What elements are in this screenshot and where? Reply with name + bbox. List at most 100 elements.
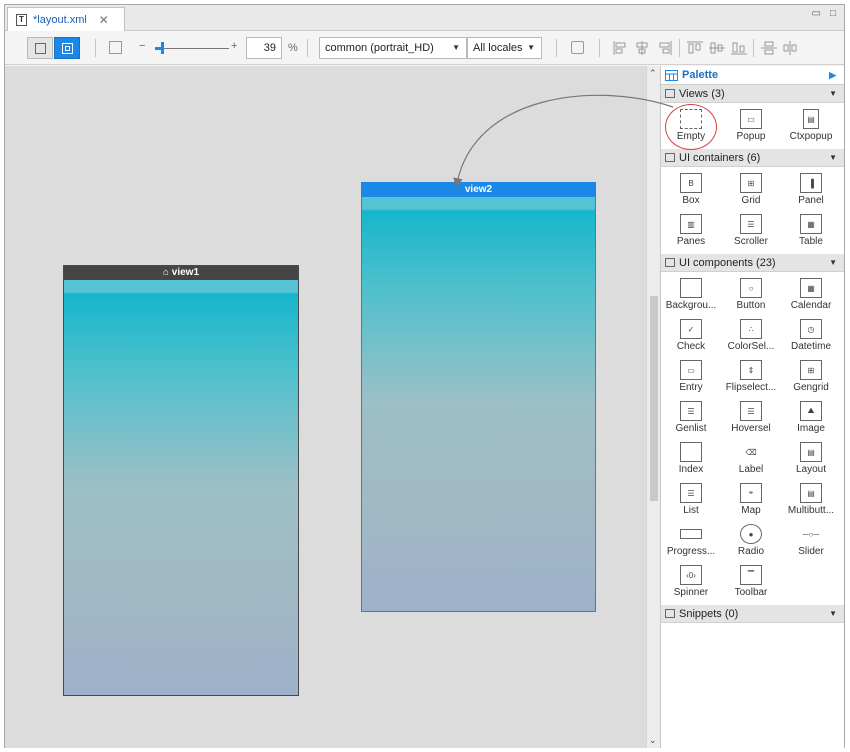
palette-item-calendar[interactable]: ▦ Calendar	[781, 275, 841, 316]
palette-item-gengrid[interactable]: ⊞ Gengrid	[781, 357, 841, 398]
locale-value: All locales	[473, 42, 523, 54]
palette-item-entry[interactable]: ▭ Entry	[661, 357, 721, 398]
scroll-down-icon[interactable]: ⌄	[649, 735, 657, 746]
section-ui-components[interactable]: UI components (23) ▼	[661, 254, 844, 272]
palette-item-flipselector[interactable]: ⇕ Flipselect...	[721, 357, 781, 398]
colorselector-icon: ∴	[740, 319, 762, 339]
palette-item-check[interactable]: ✓ Check	[661, 316, 721, 357]
view1-header[interactable]: ⌂ view1	[64, 266, 298, 280]
ctxpopup-icon: ▤	[803, 109, 819, 129]
layout-icon: ▤	[800, 442, 822, 462]
palette-item-colorselector[interactable]: ∴ ColorSel...	[721, 316, 781, 357]
locale-select[interactable]: All locales ▼	[467, 37, 542, 59]
views-icon	[665, 89, 675, 98]
palette-item-datetime[interactable]: ◷ Datetime	[781, 316, 841, 357]
genlist-icon: ☰	[680, 401, 702, 421]
palette-item-ctxpopup[interactable]: ▤ Ctxpopup	[781, 106, 841, 147]
palette-item-map[interactable]: ⌖ Map	[721, 480, 781, 521]
minimize-icon[interactable]: ▭	[812, 8, 821, 19]
palette-item-multibuttonentry[interactable]: ▤ Multibutt...	[781, 480, 841, 521]
palette-item-grid[interactable]: ⊞ Grid	[721, 170, 781, 211]
section-snippets[interactable]: Snippets (0) ▼	[661, 605, 844, 623]
section-ui-containers[interactable]: UI containers (6) ▼	[661, 149, 844, 167]
align-center-icon[interactable]	[635, 41, 651, 55]
chevron-down-icon: ▼	[829, 258, 837, 267]
distribute-horizontal-icon[interactable]	[783, 41, 799, 55]
canvas-scrollbar[interactable]: ⌃ ⌄	[646, 66, 660, 748]
components-grid: Backgrou... ○ Button ▦ Calendar ✓ Check ∴ Co…	[661, 272, 844, 605]
palette-item-scroller[interactable]: ☰ Scroller	[721, 211, 781, 252]
tab-bar: T *layout.xml ✕ ▭ □	[5, 5, 844, 31]
section-views[interactable]: Views (3) ▼	[661, 85, 844, 103]
zoom-unit: %	[288, 42, 298, 54]
palette-item-image[interactable]: ⛰ Image	[781, 398, 841, 439]
fit-content-icon[interactable]	[109, 41, 122, 54]
table-icon: ▦	[800, 214, 822, 234]
spinner-icon: ‹0›	[680, 565, 702, 585]
view2-title: view2	[464, 184, 493, 195]
palette-header[interactable]: Palette ▶	[661, 66, 844, 85]
frame-focus-icon	[61, 42, 73, 54]
palette-item-panel[interactable]: ▐ Panel	[781, 170, 841, 211]
scrollbar-thumb[interactable]	[650, 296, 658, 501]
grid-icon: ⊞	[740, 173, 762, 193]
background-icon	[680, 278, 702, 298]
multibuttonentry-icon: ▤	[800, 483, 822, 503]
xml-file-icon: T	[16, 13, 27, 26]
design-canvas[interactable]: ⌂ view1 view2	[5, 66, 646, 748]
layout-grid-icon[interactable]	[571, 41, 584, 54]
palette-item-list[interactable]: ☰ List	[661, 480, 721, 521]
tab-layout-xml[interactable]: T *layout.xml ✕	[7, 7, 125, 31]
palette-item-toolbar[interactable]: ▔ Toolbar	[721, 562, 781, 603]
palette-item-background[interactable]: Backgrou...	[661, 275, 721, 316]
palette-item-table[interactable]: ▦ Table	[781, 211, 841, 252]
slider-icon: ─○─	[800, 524, 822, 544]
chevron-down-icon: ▼	[527, 43, 535, 52]
palette-item-radio[interactable]: ● Radio	[721, 521, 781, 562]
scroll-up-icon[interactable]: ⌃	[649, 68, 657, 79]
toolbar-icon: ▔	[740, 565, 762, 585]
empty-item-highlight-circle	[665, 104, 717, 150]
view2-frame[interactable]: view2	[361, 182, 596, 612]
chevron-down-icon: ▼	[829, 609, 837, 618]
view2-body[interactable]	[362, 197, 595, 611]
palette-item-popup[interactable]: ▭ Popup	[721, 106, 781, 147]
align-top-icon[interactable]	[687, 41, 703, 55]
palette-item-slider[interactable]: ─○─ Slider	[781, 521, 841, 562]
components-icon	[665, 258, 675, 267]
palette-item-button[interactable]: ○ Button	[721, 275, 781, 316]
zoom-in-button[interactable]: +	[231, 40, 237, 52]
palette-item-panes[interactable]: ▥ Panes	[661, 211, 721, 252]
image-icon: ⛰	[800, 401, 822, 421]
palette-item-box[interactable]: B Box	[661, 170, 721, 211]
tab-label: *layout.xml	[33, 13, 87, 26]
palette-item-index[interactable]: Index	[661, 439, 721, 480]
fit-window-button[interactable]	[27, 37, 53, 59]
palette-item-spinner[interactable]: ‹0› Spinner	[661, 562, 721, 603]
profile-select[interactable]: common (portrait_HD) ▼	[319, 37, 467, 59]
palette-item-layout[interactable]: ▤ Layout	[781, 439, 841, 480]
view1-body[interactable]	[64, 280, 298, 695]
palette-item-label[interactable]: ⌫ Label	[721, 439, 781, 480]
distribute-vertical-icon[interactable]	[761, 41, 777, 55]
view1-frame[interactable]: ⌂ view1	[63, 265, 299, 696]
zoom-slider-thumb[interactable]	[161, 42, 165, 54]
zoom-slider[interactable]	[155, 42, 229, 54]
zoom-input[interactable]: 39	[246, 37, 282, 59]
align-left-icon[interactable]	[613, 41, 629, 55]
maximize-icon[interactable]: □	[830, 8, 836, 19]
collapse-right-icon[interactable]: ▶	[829, 70, 836, 81]
close-icon[interactable]: ✕	[99, 13, 109, 27]
chevron-down-icon: ▼	[452, 43, 460, 52]
zoom-out-button[interactable]: −	[139, 40, 145, 52]
fit-screen-button[interactable]	[54, 37, 80, 59]
align-bottom-icon[interactable]	[731, 41, 747, 55]
palette-item-genlist[interactable]: ☰ Genlist	[661, 398, 721, 439]
palette-item-hoversel[interactable]: ☰ Hoversel	[721, 398, 781, 439]
view2-header[interactable]: view2	[362, 183, 595, 197]
window-controls: ▭ □	[812, 8, 837, 19]
align-middle-icon[interactable]	[709, 41, 725, 55]
align-right-icon[interactable]	[657, 41, 673, 55]
palette-icon	[665, 69, 678, 81]
palette-item-progressbar[interactable]: Progress...	[661, 521, 721, 562]
